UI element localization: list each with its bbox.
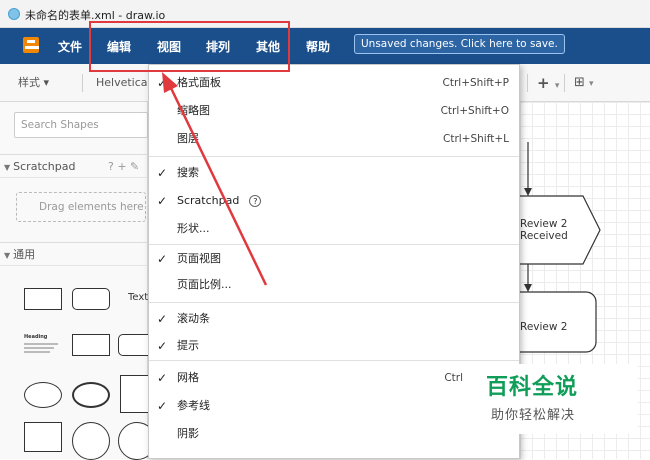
text-shape[interactable]: Text xyxy=(128,292,148,303)
menu-item-shadow[interactable]: 阴影 xyxy=(149,420,519,448)
menu-item-scratchpad[interactable]: ✓ Scratchpad? xyxy=(149,187,519,215)
arrow-head-icon xyxy=(524,188,532,196)
menu-arrange[interactable]: 排列 xyxy=(206,38,230,55)
menu-item-format-panel[interactable]: ✓ 格式面板 Ctrl+Shift+P xyxy=(149,69,519,97)
rectangle-shape[interactable] xyxy=(24,288,62,310)
menu-item-grid[interactable]: ✓ 网格 Ctrl xyxy=(149,364,519,392)
checkmark-icon: ✓ xyxy=(157,399,168,413)
checkmark-icon: ✓ xyxy=(157,252,168,266)
heading-text-shape[interactable]: Heading xyxy=(24,334,62,356)
chevron-down-icon: ▾ xyxy=(554,81,560,91)
collapse-arrow-icon: ▼ xyxy=(4,163,11,172)
checkmark-icon: ✓ xyxy=(157,371,168,385)
double-ellipse-shape[interactable] xyxy=(72,382,110,408)
window-title: 未命名的表单.xml - draw.io xyxy=(25,9,166,22)
style-dropdown[interactable]: 样式 ▾ xyxy=(18,72,49,94)
decision-node-label: Review 2 Received xyxy=(520,218,568,242)
scratchpad-controls[interactable]: ? + ✎ xyxy=(108,155,139,179)
menu-item-scrollbars[interactable]: ✓ 滚动条 xyxy=(149,305,519,333)
chevron-down-icon: ▾ xyxy=(589,79,594,89)
scratchpad-drop-zone[interactable]: Drag elements here xyxy=(16,192,146,222)
text-line xyxy=(24,351,50,353)
toolbar-divider xyxy=(82,74,83,92)
heading-thumb-title: Heading xyxy=(24,334,48,340)
search-shapes-input[interactable]: Search Shapes xyxy=(14,112,148,138)
scratchpad-header[interactable]: ▼ Scratchpad ? + ✎ xyxy=(0,154,148,178)
scratchpad-title: Scratchpad xyxy=(13,160,76,173)
general-shapes-header[interactable]: ▼ 通用 xyxy=(0,242,148,266)
menu-separator xyxy=(149,156,519,157)
menu-extras[interactable]: 其他 xyxy=(256,38,280,55)
unsaved-changes-button[interactable]: Unsaved changes. Click here to save. xyxy=(354,34,565,54)
rounded-rectangle-shape[interactable] xyxy=(72,288,110,310)
drawio-app-icon xyxy=(8,8,20,20)
menu-edit[interactable]: 编辑 xyxy=(107,38,131,55)
square-shape[interactable] xyxy=(24,422,62,452)
help-circle-icon[interactable]: ? xyxy=(249,195,262,207)
general-shapes-title: 通用 xyxy=(13,248,36,261)
window-titlebar: 未命名的表单.xml - draw.io xyxy=(0,0,650,28)
square-shape[interactable] xyxy=(120,375,150,413)
toolbar-divider xyxy=(527,74,528,92)
table-icon: ⊞ xyxy=(574,75,585,90)
checkmark-icon: ✓ xyxy=(157,166,168,180)
toolbar-divider xyxy=(564,74,565,92)
table-button[interactable]: ⊞ ▾ xyxy=(574,72,594,94)
menu-item-layers[interactable]: 图层 Ctrl+Shift+L xyxy=(149,125,519,153)
menu-item-page-scale[interactable]: 页面比例... xyxy=(149,271,519,299)
insert-button[interactable]: + ▾ xyxy=(537,72,559,94)
menu-item-guides[interactable]: ✓ 参考线 xyxy=(149,392,519,420)
menubar: 文件 编辑 视图 排列 其他 帮助 Unsaved changes. Click… xyxy=(0,28,650,64)
text-line xyxy=(24,347,54,349)
text-line xyxy=(24,343,58,345)
menu-view[interactable]: 视图 xyxy=(157,38,181,55)
plus-icon: + xyxy=(537,74,550,92)
menu-help[interactable]: 帮助 xyxy=(306,38,330,55)
menu-separator xyxy=(149,302,519,303)
menu-file[interactable]: 文件 xyxy=(58,38,82,55)
collapse-arrow-icon: ▼ xyxy=(4,251,11,260)
checkmark-icon: ✓ xyxy=(157,76,168,90)
ellipse-shape[interactable] xyxy=(24,382,62,408)
chevron-down-icon: ▾ xyxy=(43,76,50,89)
style-label: 样式 xyxy=(18,76,40,89)
menu-item-page-view[interactable]: ✓ 页面视图 xyxy=(149,245,519,273)
arrow-head-icon xyxy=(524,284,532,292)
circle-shape[interactable] xyxy=(72,422,110,460)
process-node-label: Review 2 xyxy=(520,321,568,333)
menu-item-search[interactable]: ✓ 搜索 xyxy=(149,159,519,187)
menu-item-tooltips[interactable]: ✓ 提示 xyxy=(149,332,519,360)
menu-item-outline[interactable]: 缩略图 Ctrl+Shift+O xyxy=(149,97,519,125)
font-dropdown[interactable]: Helvetica xyxy=(96,72,148,94)
checkmark-icon: ✓ xyxy=(157,312,168,326)
drawio-logo-icon xyxy=(23,37,39,53)
shapes-sidebar: Search Shapes ▼ Scratchpad ? + ✎ Drag ele… xyxy=(0,102,156,460)
checkmark-icon: ✓ xyxy=(157,339,168,353)
menu-separator xyxy=(149,360,519,361)
checkmark-icon: ✓ xyxy=(157,194,168,208)
rectangle-shape[interactable] xyxy=(72,334,110,356)
menu-item-shapes[interactable]: 形状... xyxy=(149,215,519,243)
view-menu-dropdown: ✓ 格式面板 Ctrl+Shift+P 缩略图 Ctrl+Shift+O 图层 Ctrl… xyxy=(148,64,520,459)
